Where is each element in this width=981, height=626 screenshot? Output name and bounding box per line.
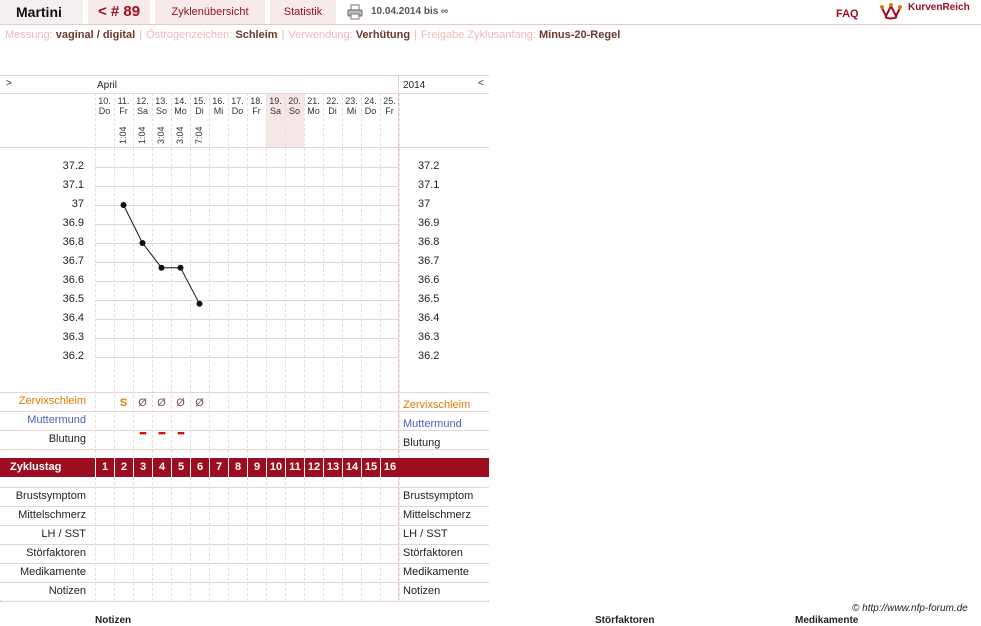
credit-link[interactable]: © http://www.nfp-forum.de — [852, 603, 968, 614]
cycle-day-number: 14 — [342, 458, 361, 477]
symptom-label-left: Brustsymptom — [15, 490, 86, 502]
temp-point[interactable] — [120, 202, 127, 208]
grid-line — [0, 601, 489, 602]
row-label-left: Zervixschleim — [18, 395, 86, 407]
cycle-day-label: Zyklustag — [10, 461, 62, 473]
cycle-day-number: 4 — [152, 458, 171, 477]
brand-name[interactable]: KurvenReich — [908, 2, 970, 13]
row-label-right: Zervixschleim — [403, 399, 471, 411]
grid-line — [380, 477, 381, 601]
mucus-entry[interactable]: Ø — [152, 397, 171, 409]
symptom-label-left: Störfaktoren — [26, 547, 86, 559]
temp-point[interactable] — [177, 264, 184, 271]
grid-line — [247, 477, 248, 601]
grid-line — [0, 525, 489, 526]
mucus-entry[interactable]: S — [114, 397, 133, 409]
mucus-entry[interactable]: Ø — [171, 397, 190, 409]
temp-line — [123, 204, 200, 305]
temp-point[interactable] — [139, 240, 146, 246]
symptom-label-right: LH / SST — [403, 528, 448, 540]
cycle-day-number: 3 — [133, 458, 152, 477]
cycle-day-number: 16 — [380, 458, 399, 477]
grid-line — [342, 477, 343, 601]
grid-line — [399, 477, 400, 601]
grid-line — [228, 477, 229, 601]
faq-link[interactable]: FAQ — [836, 3, 859, 23]
grid-line — [285, 477, 286, 601]
row-label-right: Blutung — [403, 437, 441, 449]
cycle-day-number: 9 — [247, 458, 266, 477]
bleeding-entry[interactable]: ••• — [152, 428, 171, 438]
cycle-day-number: 11 — [285, 458, 304, 477]
grid-line — [95, 477, 96, 601]
cycle-day-number: 2 — [114, 458, 133, 477]
symptom-label-right: Notizen — [403, 585, 441, 597]
grid-line — [190, 477, 191, 601]
row-label-left: Blutung — [48, 433, 86, 445]
grid-line — [209, 477, 210, 601]
row-label-right: Muttermund — [403, 418, 462, 430]
mucus-entry[interactable]: Ø — [133, 397, 152, 409]
cycle-day-number: 12 — [304, 458, 323, 477]
grid-line — [171, 477, 172, 601]
temp-point[interactable] — [196, 300, 203, 307]
symptom-label-left: Medikamente — [19, 566, 86, 578]
cycle-day-number: 15 — [361, 458, 380, 477]
grid-line — [0, 544, 489, 545]
grid-line — [0, 563, 489, 564]
symptom-label-left: Notizen — [48, 585, 86, 597]
cycle-day-number: 6 — [190, 458, 209, 477]
grid-line — [304, 477, 305, 601]
grid-line — [323, 477, 324, 601]
symptom-label-left: Mittelschmerz — [18, 509, 86, 521]
cycle-day-number: 1 — [95, 458, 114, 477]
symptom-label-right: Mittelschmerz — [403, 509, 471, 521]
grid-line — [361, 477, 362, 601]
cycle-day-number: 8 — [228, 458, 247, 477]
grid-line — [0, 582, 489, 583]
row-label-left: Muttermund — [27, 414, 86, 426]
grid-line — [114, 477, 115, 601]
grid-line — [0, 487, 489, 488]
grid-line — [152, 477, 153, 601]
mucus-entry[interactable]: Ø — [190, 397, 209, 409]
cycle-day-number: 13 — [323, 458, 342, 477]
symptom-label-right: Brustsymptom — [403, 490, 474, 502]
symptom-label-right: Medikamente — [403, 566, 470, 578]
cycle-day-number: 5 — [171, 458, 190, 477]
cycle-day-number: 10 — [266, 458, 285, 477]
release-value: Minus-20-Regel — [538, 29, 621, 41]
crown-logo-icon — [880, 2, 902, 20]
temp-point[interactable] — [158, 264, 165, 271]
grid-line — [0, 506, 489, 507]
symptom-label-left: LH / SST — [41, 528, 86, 540]
cycle-day-number: 7 — [209, 458, 228, 477]
temperature-curve — [120, 202, 203, 307]
cycle-day-bar: Zyklustag 1 2 3 4 5 6 7 8 9 10 11 12 13 14 15 16 — [0, 458, 489, 477]
grid-line — [266, 477, 267, 601]
bleeding-entry[interactable]: ••• — [133, 428, 152, 438]
symptom-label-right: Störfaktoren — [403, 547, 463, 559]
grid-line — [133, 477, 134, 601]
bleeding-entry[interactable]: ••• — [171, 428, 190, 438]
